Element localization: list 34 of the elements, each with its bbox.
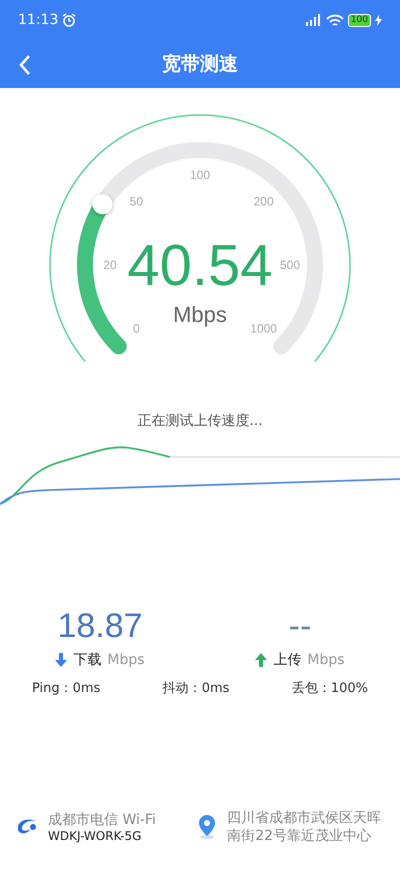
wifi-ssid: WDKJ-WORK-5G: [48, 829, 142, 843]
location-pin-icon: [197, 815, 218, 839]
speed-unit: Mbps: [307, 652, 345, 668]
test-status: 正在测试上传速度...: [136, 412, 264, 430]
location-text: 四川省成都市武侯区天晖南街22号靠近茂业中心: [227, 809, 382, 845]
alarm-icon: [62, 13, 76, 27]
clock-time: 11:13: [18, 12, 58, 28]
tick-label: 50: [130, 194, 144, 208]
network-name: 成都市电信 Wi-Fi: [48, 811, 156, 829]
tick-label: 100: [190, 168, 210, 182]
speed-value: 40.54: [127, 233, 273, 298]
tick-label: 200: [254, 194, 274, 208]
metric-text: Ping：0ms: [32, 680, 100, 697]
tick-label: 0: [133, 322, 140, 336]
gauge-thumb: [92, 194, 112, 214]
download-speed: 18.87: [57, 607, 143, 647]
tick-label: 1000: [250, 322, 277, 336]
tick-label: 20: [103, 258, 117, 272]
battery-icon: 100: [348, 14, 371, 26]
metric-text: 丢包：100%: [292, 680, 368, 697]
speed-label: 下载: [73, 651, 102, 669]
metric-text: 抖动：0ms: [162, 680, 230, 697]
upload-speed: --: [288, 607, 312, 647]
speed-unit: Mbps: [107, 652, 145, 668]
tick-label: 500: [280, 258, 300, 272]
telecom-logo-icon: [16, 818, 38, 836]
arrow-down-icon: [55, 653, 68, 667]
arrow-up-icon: [255, 653, 268, 667]
signal-icon: [304, 14, 322, 26]
wifi-icon: [326, 14, 344, 26]
speed-unit: Mbps: [173, 302, 227, 327]
page-title: 宽带测速: [162, 52, 238, 77]
charging-icon: [375, 14, 382, 26]
speed-label: 上传: [273, 651, 302, 669]
